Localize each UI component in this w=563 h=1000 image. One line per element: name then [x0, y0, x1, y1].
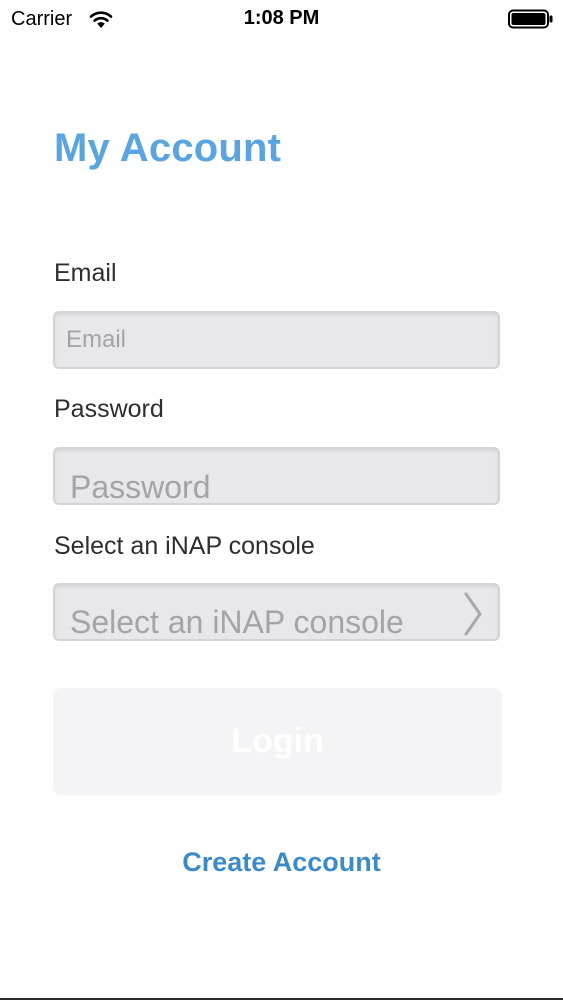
status-time: 1:08 PM	[243, 7, 320, 29]
console-label: Select an iNAP console	[54, 532, 315, 560]
status-bar: Carrier 1:08 PM	[0, 0, 563, 40]
email-field-container	[53, 311, 500, 369]
password-field-container	[53, 447, 500, 505]
create-account-link[interactable]: Create Account	[0, 847, 563, 878]
login-button[interactable]: Login	[53, 688, 502, 795]
chevron-right-icon	[464, 592, 482, 636]
email-label: Email	[54, 259, 117, 287]
console-placeholder: Select an iNAP console	[70, 604, 404, 640]
battery-icon	[508, 9, 553, 29]
console-selector[interactable]: Select an iNAP console	[53, 583, 500, 641]
password-label: Password	[54, 395, 164, 423]
page-title: My Account	[54, 126, 282, 170]
email-field[interactable]	[55, 313, 498, 367]
password-field[interactable]	[55, 449, 498, 503]
